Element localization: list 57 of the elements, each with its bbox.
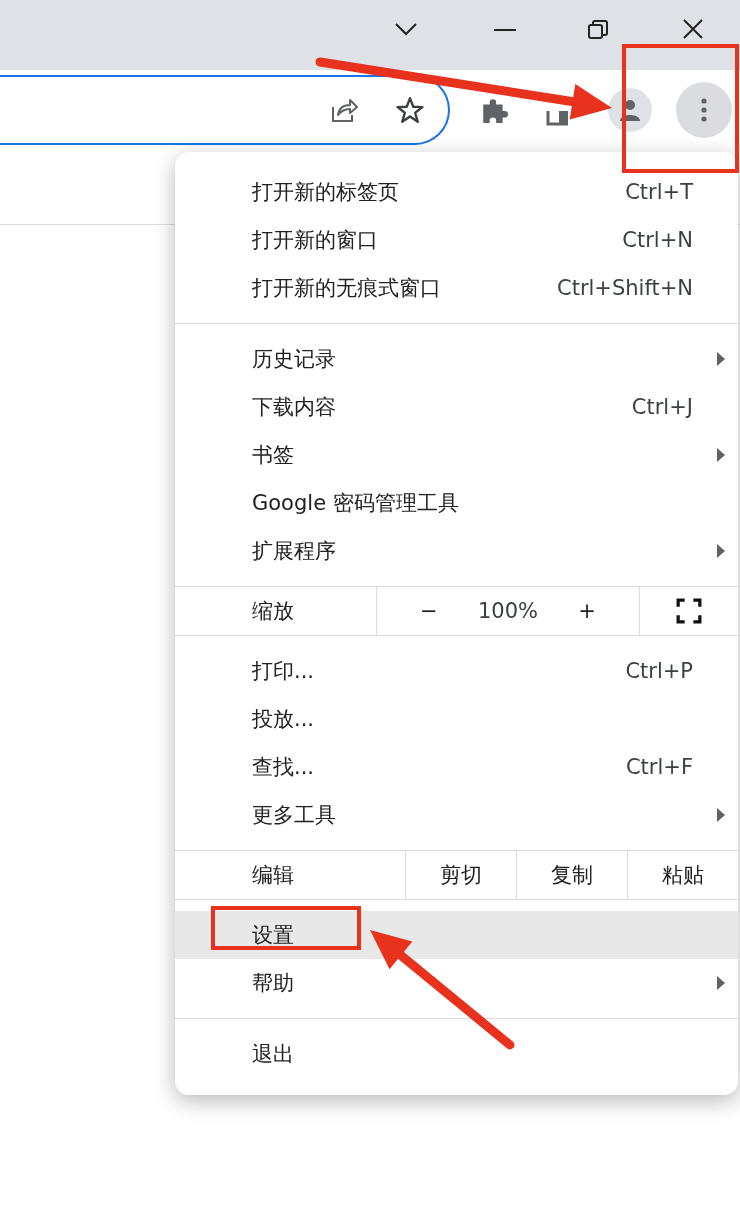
side-panel-icon[interactable] bbox=[546, 110, 568, 126]
menu-item[interactable]: 投放... bbox=[175, 695, 738, 743]
zoom-label: 缩放 bbox=[251, 598, 295, 625]
menu-item-label: 历史记录 bbox=[252, 346, 336, 373]
shortcut-text: Ctrl+Shift+N bbox=[557, 276, 693, 300]
menu-item[interactable]: 书签 bbox=[175, 431, 738, 479]
menu-item[interactable]: 扩展程序 bbox=[175, 527, 738, 575]
menu-item[interactable]: 打印... Ctrl+P bbox=[175, 647, 738, 695]
edit-button[interactable]: 复制 bbox=[516, 851, 627, 899]
chevron-down-icon[interactable] bbox=[394, 22, 418, 36]
edit-button[interactable]: 剪切 bbox=[405, 851, 516, 899]
minimize-icon[interactable] bbox=[493, 28, 517, 32]
shortcut-text: Ctrl+F bbox=[625, 755, 693, 779]
menu-item-label: 下载内容 bbox=[252, 394, 336, 421]
menu-item-label: 投放... bbox=[252, 706, 315, 733]
shortcut-text: Ctrl+N bbox=[622, 228, 693, 252]
more-vertical-icon bbox=[701, 98, 707, 122]
menu-item[interactable]: 打开新的标签页 Ctrl+T bbox=[175, 168, 738, 216]
menu-item-label: 帮助 bbox=[252, 970, 294, 997]
menu-item[interactable]: 更多工具 bbox=[175, 791, 738, 839]
fullscreen-icon[interactable] bbox=[676, 598, 702, 624]
edit-label: 编辑 bbox=[251, 862, 295, 889]
close-icon[interactable] bbox=[682, 18, 704, 40]
restore-icon[interactable] bbox=[587, 19, 609, 41]
menu-item-label: 打开新的窗口 bbox=[252, 227, 378, 254]
menu-item[interactable]: 打开新的无痕式窗口 Ctrl+Shift+N bbox=[175, 264, 738, 312]
menu-item[interactable]: 退出 bbox=[175, 1030, 738, 1078]
menu-item[interactable]: 下载内容 Ctrl+J bbox=[175, 383, 738, 431]
edit-button[interactable]: 粘贴 bbox=[627, 851, 738, 899]
address-bar[interactable] bbox=[0, 75, 450, 145]
menu-item-label: 扩展程序 bbox=[252, 538, 336, 565]
menu-item-label: 打开新的无痕式窗口 bbox=[252, 275, 441, 302]
person-icon bbox=[618, 98, 642, 122]
menu-item[interactable]: 历史记录 bbox=[175, 335, 738, 383]
zoom-in-button[interactable]: + bbox=[568, 595, 606, 627]
share-icon[interactable] bbox=[330, 96, 358, 124]
shortcut-text: Ctrl+T bbox=[625, 180, 693, 204]
menu-item[interactable]: 帮助 bbox=[175, 959, 738, 1007]
menu-item[interactable]: 查找... Ctrl+F bbox=[175, 743, 738, 791]
menu-item-label: 退出 bbox=[252, 1041, 294, 1068]
star-icon[interactable] bbox=[396, 96, 424, 124]
puzzle-icon[interactable] bbox=[480, 96, 508, 124]
menu-item-label: 书签 bbox=[252, 442, 294, 469]
shortcut-text: Ctrl+J bbox=[631, 395, 693, 419]
menu-item-label: 打印... bbox=[252, 658, 315, 685]
menu-item[interactable]: Google 密码管理工具 bbox=[175, 479, 738, 527]
menu-item-label: 查找... bbox=[252, 754, 315, 781]
zoom-out-button[interactable]: − bbox=[410, 595, 448, 627]
shortcut-text: Ctrl+P bbox=[625, 659, 693, 683]
menu-item-label: 打开新的标签页 bbox=[252, 179, 399, 206]
menu-item-label: 设置 bbox=[252, 922, 294, 949]
menu-item-label: Google 密码管理工具 bbox=[252, 490, 459, 517]
zoom-level: 100% bbox=[477, 599, 538, 623]
menu-button[interactable] bbox=[676, 82, 732, 138]
menu-item[interactable]: 打开新的窗口 Ctrl+N bbox=[175, 216, 738, 264]
menu-item-label: 更多工具 bbox=[252, 802, 336, 829]
menu-item[interactable]: 设置 bbox=[175, 911, 738, 959]
